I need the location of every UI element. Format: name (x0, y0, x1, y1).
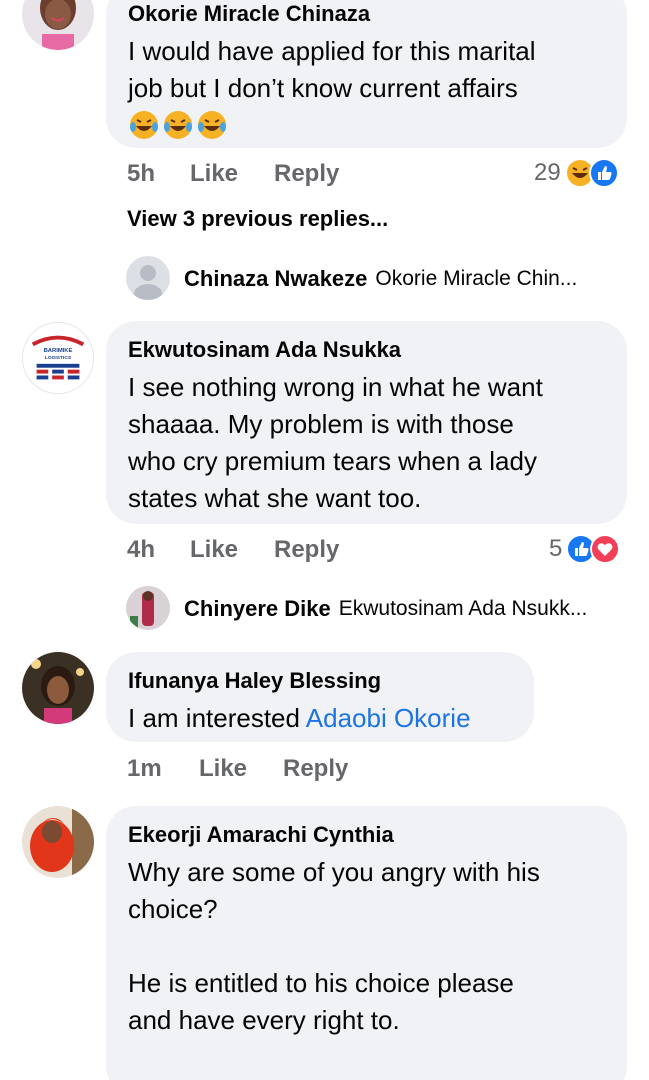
reply-button[interactable]: Reply (274, 160, 339, 188)
view-previous-replies-link[interactable]: View 3 previous replies... (127, 206, 388, 232)
like-reaction-icon (588, 158, 619, 188)
avatar-chinaza-nwakeze[interactable] (126, 256, 170, 300)
comment-bubble-4: Ekeorji Amarachi Cynthia Why are some of… (106, 806, 627, 1080)
latest-reply-preview-1[interactable]: Chinaza Nwakeze Okorie Miracle Chin... (184, 266, 577, 292)
reaction-count: 5 (549, 535, 563, 562)
reaction-summary-2[interactable]: 5 (549, 534, 621, 564)
comment-timestamp[interactable]: 4h (127, 536, 190, 564)
avatar-okorie-miracle[interactable] (22, 0, 94, 50)
comment-actions-2: 4h Like Reply (127, 536, 339, 564)
reply-author: Chinaza Nwakeze (184, 266, 368, 291)
reaction-count: 29 (534, 159, 561, 186)
comment-timestamp[interactable]: 1m (127, 755, 199, 783)
avatar-chinyere-dike[interactable] (126, 586, 170, 630)
avatar-ifunanya[interactable] (22, 652, 94, 724)
comment-bubble-3: Ifunanya Haley Blessing I am interested … (106, 652, 534, 742)
comment-actions-3: 1m Like Reply (127, 755, 348, 783)
laugh-cry-emoji-icon (164, 111, 192, 139)
comment-text: I see nothing wrong in what he want shaa… (128, 372, 543, 513)
avatar-ekeorji[interactable] (22, 806, 94, 878)
like-button[interactable]: Like (190, 536, 274, 564)
mention-link[interactable]: Adaobi Okorie (306, 703, 471, 733)
like-button[interactable]: Like (190, 160, 274, 188)
love-reaction-icon (590, 534, 621, 564)
comment-author[interactable]: Ekwutosinam Ada Nsukka (128, 337, 605, 363)
latest-reply-preview-2[interactable]: Chinyere Dike Ekwutosinam Ada Nsukk... (184, 596, 587, 622)
reply-preview-text: Okorie Miracle Chin... (375, 267, 578, 290)
comment-bubble-2: Ekwutosinam Ada Nsukka I see nothing wro… (106, 321, 627, 524)
comment-text: I would have applied for this marital jo… (128, 36, 536, 103)
comment-author[interactable]: Okorie Miracle Chinaza (128, 1, 605, 27)
comment-author[interactable]: Ifunanya Haley Blessing (128, 668, 512, 694)
like-button[interactable]: Like (199, 755, 283, 783)
avatar-logo-line-1: BARIMIKE (44, 348, 73, 354)
comment-author[interactable]: Ekeorji Amarachi Cynthia (128, 822, 605, 848)
comment-actions-1: 5h Like Reply (127, 160, 339, 188)
laugh-cry-emoji-icon (198, 111, 226, 139)
comment-text: Why are some of you angry with his choic… (128, 857, 540, 1035)
laugh-cry-emoji-icon (130, 111, 158, 139)
reaction-summary-1[interactable]: 29 (534, 158, 619, 188)
avatar-logo-line-2: LOGISTICS (45, 355, 72, 361)
emoji-row (128, 109, 605, 141)
comment-text: I am interested Adaobi Okorie (128, 703, 471, 733)
reply-button[interactable]: Reply (283, 755, 348, 783)
avatar-ekwutosinam[interactable]: BARIMIKE LOGISTICS (22, 322, 94, 394)
comment-bubble-1: Okorie Miracle Chinaza I would have appl… (106, 0, 627, 148)
reply-author: Chinyere Dike (184, 596, 331, 621)
comment-timestamp[interactable]: 5h (127, 160, 190, 188)
reply-preview-text: Ekwutosinam Ada Nsukk... (338, 597, 588, 620)
reply-button[interactable]: Reply (274, 536, 339, 564)
